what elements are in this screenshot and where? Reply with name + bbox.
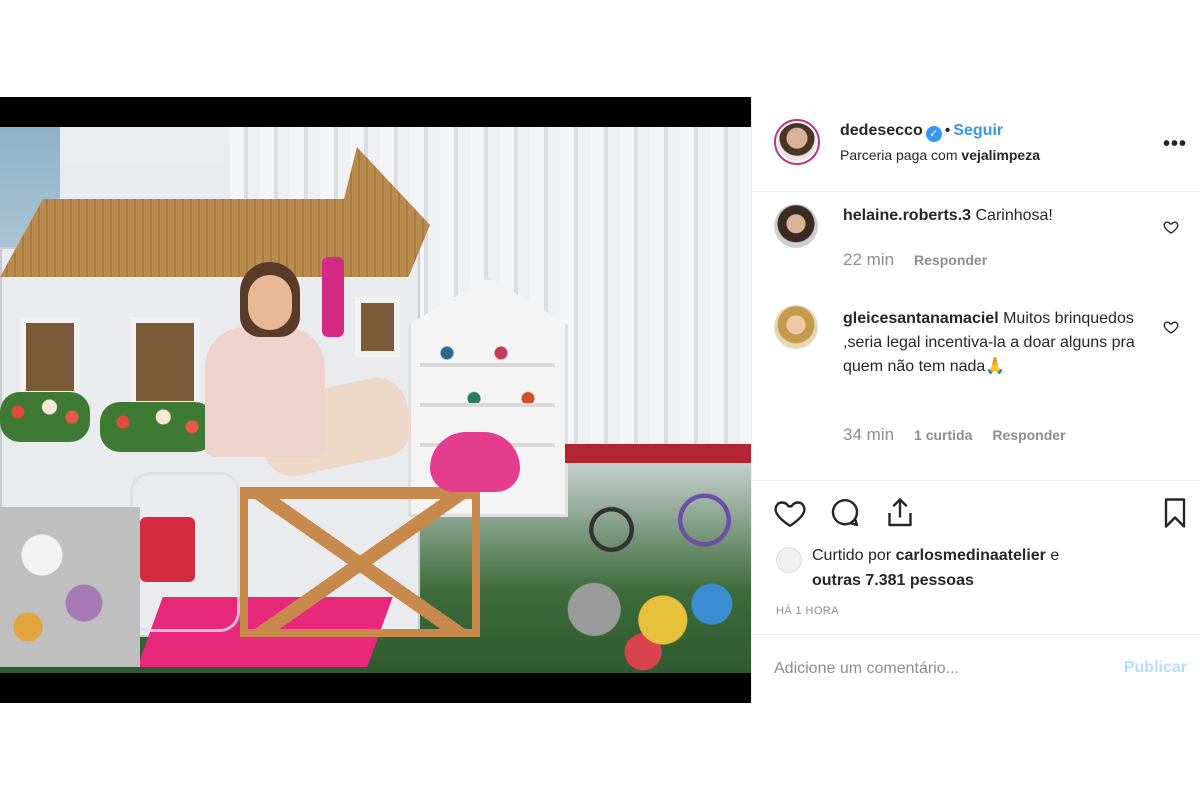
post-media[interactable] — [0, 97, 751, 703]
cleaner-bottle — [322, 257, 344, 337]
more-options-button[interactable]: ••• — [1163, 133, 1187, 156]
add-comment-bar: Publicar — [752, 634, 1200, 703]
post-sidebar: dedesecco ✓ • Seguir Parceria paga com veja… — [751, 97, 1200, 703]
playhouse-window — [130, 317, 200, 407]
wooden-bench — [240, 487, 480, 637]
author-avatar[interactable] — [774, 119, 820, 165]
bikes — [565, 387, 751, 577]
comment-meta: 34 min 1 curtida Responder — [843, 425, 1086, 445]
verified-badge-icon: ✓ — [925, 126, 942, 142]
comment-like-heart-icon[interactable] — [1163, 219, 1179, 235]
paid-partnership: Parceria paga com vejalimpeza — [840, 147, 1040, 163]
playhouse-window — [20, 317, 80, 397]
post-header: dedesecco ✓ • Seguir Parceria paga com veja… — [752, 97, 1200, 192]
toy-pile-left — [0, 507, 140, 667]
liked-by-others[interactable]: outras 7.381 pessoas — [812, 572, 974, 589]
liker-avatar[interactable] — [776, 547, 802, 573]
person-body — [205, 327, 325, 457]
pink-seal-plush — [430, 432, 520, 492]
commenter-avatar[interactable] — [774, 305, 818, 349]
post-photo[interactable] — [0, 127, 751, 673]
comment-username[interactable]: gleicesantanamaciel — [843, 310, 999, 327]
comment-item: gleicesantanamaciel Muitos brinquedos ,s… — [752, 297, 1200, 467]
playhouse-window — [355, 297, 400, 357]
partnership-prefix: Parceria paga com — [840, 147, 958, 163]
comment-time[interactable]: 22 min — [843, 250, 894, 269]
liked-by-text: Curtido por carlosmedinaatelier e outras… — [812, 543, 1059, 593]
person-face — [248, 275, 292, 330]
share-icon[interactable] — [882, 495, 918, 531]
publish-button[interactable]: Publicar — [1124, 659, 1187, 677]
commenter-avatar[interactable] — [774, 204, 818, 248]
reply-button[interactable]: Responder — [992, 427, 1065, 443]
liked-by-prefix: Curtido por — [812, 547, 892, 564]
add-comment-input[interactable] — [774, 653, 1094, 685]
comment-meta: 22 min Responder — [843, 250, 1007, 270]
author-username[interactable]: dedesecco — [840, 122, 923, 139]
comment-item: helaine.roberts.3 Carinhosa! 22 min Respo… — [752, 192, 1200, 292]
liked-by-suffix: e — [1050, 547, 1060, 564]
reply-button[interactable]: Responder — [914, 252, 987, 268]
partner-link[interactable]: vejalimpeza — [961, 147, 1040, 163]
save-bookmark-icon[interactable] — [1157, 495, 1193, 531]
like-heart-icon[interactable] — [772, 495, 808, 531]
comment-bubble-icon[interactable] — [827, 495, 863, 531]
header-title-row: dedesecco ✓ • Seguir — [840, 122, 1003, 142]
comment-like-heart-icon[interactable] — [1163, 319, 1179, 335]
flower-box — [100, 402, 215, 452]
liked-by-user[interactable]: carlosmedinaatelier — [896, 547, 1046, 564]
comment-time[interactable]: 34 min — [843, 425, 894, 444]
comment-username[interactable]: helaine.roberts.3 — [843, 207, 971, 224]
flower-box — [0, 392, 90, 442]
red-bucket — [140, 517, 195, 582]
separator-dot: • — [944, 122, 951, 139]
playhouse-roof — [0, 147, 430, 277]
comment-text: helaine.roberts.3 Carinhosa! — [843, 204, 1143, 228]
comment-body: Carinhosa! — [975, 207, 1053, 224]
follow-button[interactable]: Seguir — [953, 122, 1003, 139]
post-time-ago[interactable]: HÁ 1 HORA — [776, 605, 839, 617]
post-actions: Curtido por carlosmedinaatelier e outras… — [752, 480, 1200, 634]
plush-pile-right — [555, 567, 751, 673]
comment-text: gleicesantanamaciel Muitos brinquedos ,s… — [843, 307, 1143, 379]
comment-likes[interactable]: 1 curtida — [914, 427, 972, 443]
